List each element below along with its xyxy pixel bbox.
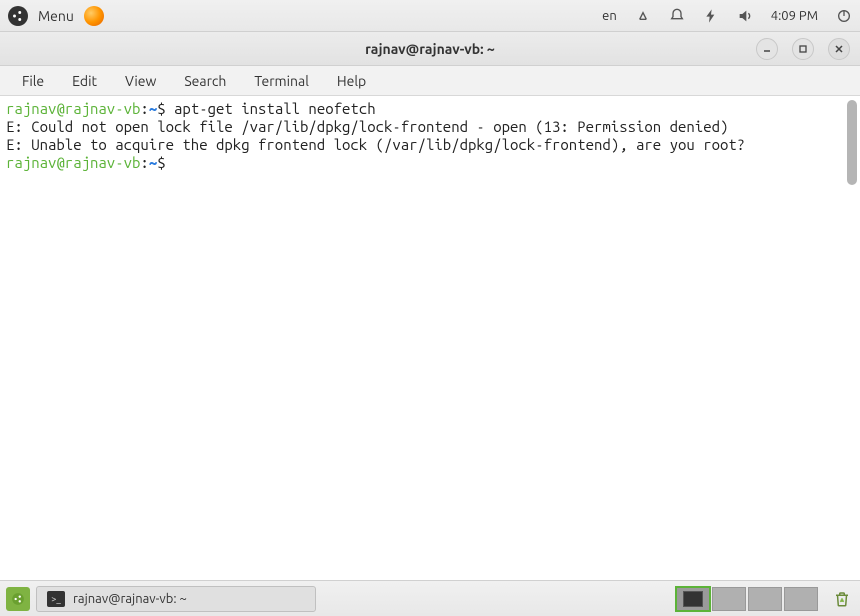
terminal-output: E: Unable to acquire the dpkg frontend l… bbox=[6, 136, 854, 154]
keyboard-lang[interactable]: en bbox=[602, 9, 617, 23]
prompt-path: ~ bbox=[149, 100, 157, 117]
terminal-icon: >_ bbox=[47, 591, 65, 607]
workspace-switcher bbox=[676, 587, 818, 611]
scrollbar[interactable] bbox=[847, 100, 857, 185]
taskbar-title: rajnav@rajnav-vb: ~ bbox=[73, 592, 187, 606]
terminal-line: rajnav@rajnav-vb:~$ bbox=[6, 154, 854, 172]
menu-edit[interactable]: Edit bbox=[60, 69, 109, 93]
command-text bbox=[166, 154, 174, 171]
window-title: rajnav@rajnav-vb: ~ bbox=[365, 41, 495, 57]
terminal-output: E: Could not open lock file /var/lib/dpk… bbox=[6, 118, 854, 136]
power-icon[interactable] bbox=[836, 8, 852, 24]
prompt-path: ~ bbox=[149, 154, 157, 171]
workspace-3[interactable] bbox=[748, 587, 782, 611]
system-bottom-panel: >_ rajnav@rajnav-vb: ~ bbox=[0, 580, 860, 616]
show-desktop-button[interactable] bbox=[6, 587, 30, 611]
window-titlebar: rajnav@rajnav-vb: ~ bbox=[0, 32, 860, 66]
workspace-1[interactable] bbox=[676, 587, 710, 611]
maximize-button[interactable] bbox=[792, 38, 814, 60]
network-icon[interactable] bbox=[635, 8, 651, 24]
menu-help[interactable]: Help bbox=[325, 69, 378, 93]
menu-terminal[interactable]: Terminal bbox=[242, 69, 321, 93]
system-top-panel: Menu en 4:09 PM bbox=[0, 0, 860, 32]
menu-search[interactable]: Search bbox=[172, 69, 238, 93]
terminal-body[interactable]: rajnav@rajnav-vb:~$ apt-get install neof… bbox=[0, 96, 860, 580]
firefox-icon[interactable] bbox=[84, 6, 104, 26]
prompt-user: rajnav@rajnav-vb bbox=[6, 100, 140, 117]
volume-icon[interactable] bbox=[737, 8, 753, 24]
menu-label[interactable]: Menu bbox=[38, 8, 74, 24]
menu-view[interactable]: View bbox=[113, 69, 168, 93]
workspace-2[interactable] bbox=[712, 587, 746, 611]
command-text: apt-get install neofetch bbox=[166, 100, 376, 117]
ubuntu-logo-icon[interactable] bbox=[8, 6, 28, 26]
prompt-user: rajnav@rajnav-vb bbox=[6, 154, 140, 171]
clock[interactable]: 4:09 PM bbox=[771, 9, 818, 23]
taskbar-window-button[interactable]: >_ rajnav@rajnav-vb: ~ bbox=[36, 586, 316, 612]
workspace-4[interactable] bbox=[784, 587, 818, 611]
minimize-button[interactable] bbox=[756, 38, 778, 60]
terminal-line: rajnav@rajnav-vb:~$ apt-get install neof… bbox=[6, 100, 854, 118]
bell-icon[interactable] bbox=[669, 8, 685, 24]
close-button[interactable] bbox=[828, 38, 850, 60]
menu-bar: File Edit View Search Terminal Help bbox=[0, 66, 860, 96]
thunderbolt-icon[interactable] bbox=[703, 8, 719, 24]
menu-file[interactable]: File bbox=[10, 69, 56, 93]
trash-icon[interactable] bbox=[830, 587, 854, 611]
